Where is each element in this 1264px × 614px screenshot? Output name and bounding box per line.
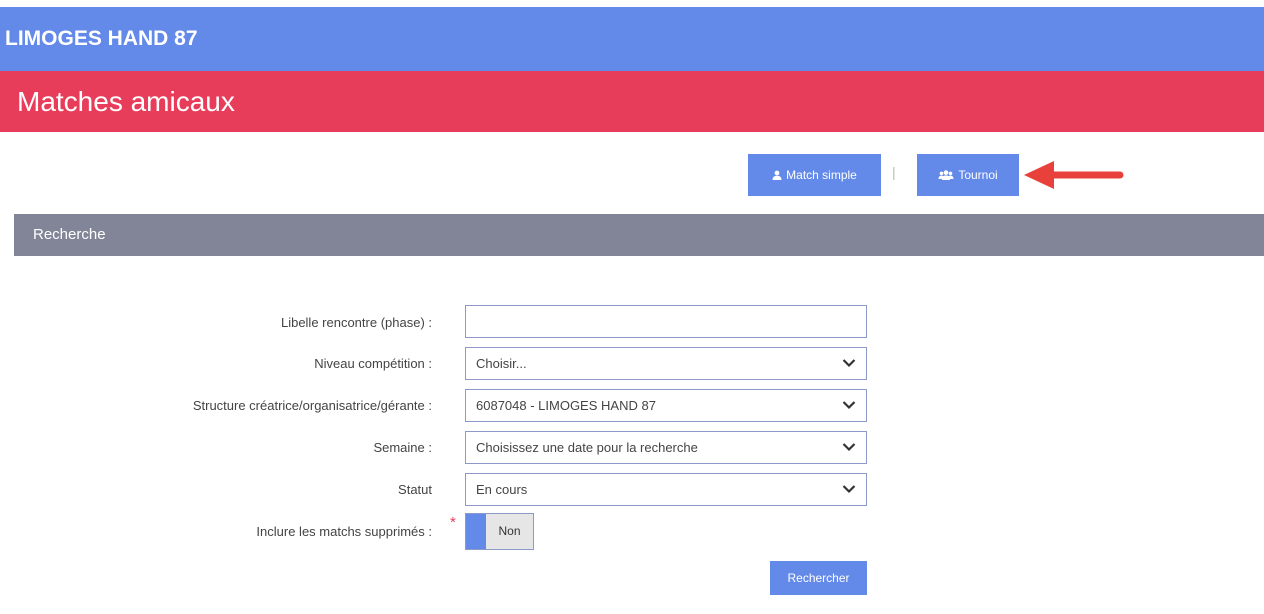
statut-label: Statut — [398, 482, 432, 497]
org-header: LIMOGES HAND 87 — [0, 7, 1264, 71]
red-arrow-icon — [1024, 161, 1124, 189]
libelle-label: Libelle rencontre (phase) : — [280, 315, 432, 330]
inclure-supprimes-label: Inclure les matchs supprimés : — [256, 524, 432, 539]
required-marker: * — [450, 514, 456, 531]
structure-select[interactable]: 6087048 - LIMOGES HAND 87 — [465, 389, 867, 422]
tournoi-label: Tournoi — [958, 168, 998, 182]
match-simple-label: Match simple — [786, 168, 857, 182]
niveau-select[interactable]: Choisir... — [465, 347, 867, 380]
niveau-label: Niveau compétition : — [314, 356, 432, 371]
chevron-down-icon — [842, 401, 856, 410]
org-name: LIMOGES HAND 87 — [5, 27, 198, 50]
chevron-down-icon — [842, 443, 856, 452]
statut-select[interactable]: En cours — [465, 473, 867, 506]
statut-value: En cours — [476, 482, 528, 497]
tournoi-button[interactable]: Tournoi — [917, 154, 1019, 196]
structure-label: Structure créatrice/organisatrice/gérant… — [192, 398, 432, 413]
libelle-input[interactable] — [465, 305, 867, 338]
semaine-value: Choisissez une date pour la recherche — [476, 440, 698, 455]
search-section-title: Recherche — [33, 226, 106, 243]
search-section-header: Recherche — [14, 214, 1264, 256]
toggle-knob — [466, 514, 486, 549]
rechercher-label: Rechercher — [787, 571, 850, 585]
niveau-value: Choisir... — [476, 356, 527, 371]
chevron-down-icon — [842, 485, 856, 494]
user-icon — [772, 170, 782, 180]
chevron-down-icon — [842, 359, 856, 368]
users-icon — [938, 170, 954, 180]
semaine-select[interactable]: Choisissez une date pour la recherche — [465, 431, 867, 464]
action-separator: | — [892, 164, 896, 180]
page-title-bar: Matches amicaux — [0, 71, 1264, 132]
toggle-value: Non — [498, 524, 521, 538]
semaine-label: Semaine : — [373, 440, 432, 455]
structure-value: 6087048 - LIMOGES HAND 87 — [476, 398, 656, 413]
match-simple-button[interactable]: Match simple — [748, 154, 881, 196]
inclure-supprimes-toggle[interactable]: Non — [465, 513, 534, 550]
page-title: Matches amicaux — [17, 86, 235, 117]
rechercher-button[interactable]: Rechercher — [770, 561, 867, 595]
